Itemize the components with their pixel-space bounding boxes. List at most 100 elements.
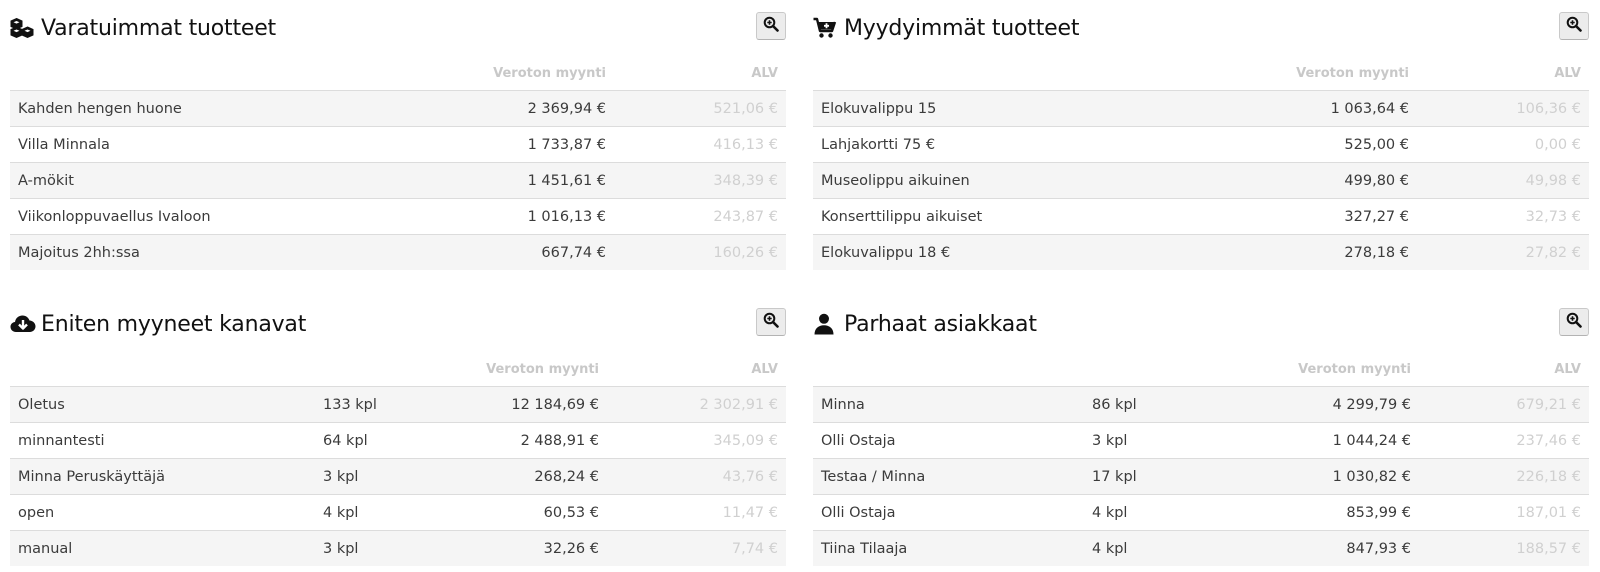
row-sales: 268,24 € — [455, 458, 607, 495]
row-name: Museolippu aikuinen — [813, 162, 1257, 199]
table-row: Museolippu aikuinen 499,80 € 49,98 € — [813, 162, 1589, 199]
table-header-row: Veroton myynti ALV — [813, 352, 1589, 387]
row-name: Majoitus 2hh:ssa — [10, 234, 466, 270]
row-vat: 0,00 € — [1417, 126, 1589, 163]
row-vat: 521,06 € — [614, 90, 786, 127]
row-qty: 4 kpl — [1084, 530, 1244, 566]
row-qty: 3 kpl — [1084, 422, 1244, 459]
row-vat: 27,82 € — [1417, 234, 1589, 270]
row-sales: 667,74 € — [466, 234, 614, 270]
row-vat: 237,46 € — [1419, 422, 1589, 459]
row-vat: 345,09 € — [607, 422, 786, 459]
row-sales: 499,80 € — [1257, 162, 1417, 199]
row-name: Kahden hengen huone — [10, 90, 466, 127]
zoom-button[interactable] — [1559, 308, 1589, 336]
table-row: Konserttilippu aikuiset 327,27 € 32,73 € — [813, 198, 1589, 235]
row-sales: 4 299,79 € — [1244, 386, 1419, 423]
row-qty: 4 kpl — [1084, 494, 1244, 531]
panel-title-text: Myydyimmät tuotteet — [844, 15, 1080, 41]
row-name: Olli Ostaja — [813, 494, 1084, 531]
table-row: minnantesti 64 kpl 2 488,91 € 345,09 € — [10, 422, 786, 459]
panel-header: Parhaat asiakkaat — [813, 296, 1589, 352]
cloud-download-icon — [10, 312, 36, 336]
panel-top-products: Varatuimmat tuotteet Veroton myynti ALV … — [10, 0, 786, 270]
table-row: Minna Peruskäyttäjä 3 kpl 268,24 € 43,76… — [10, 458, 786, 495]
row-sales: 1 016,13 € — [466, 198, 614, 235]
column-header-vat: ALV — [614, 56, 786, 91]
panel-title: Myydyimmät tuotteet — [813, 14, 1079, 42]
column-header-vat: ALV — [1417, 56, 1589, 91]
panel-title: Eniten myyneet kanavat — [10, 310, 306, 338]
table-row: Olli Ostaja 4 kpl 853,99 € 187,01 € — [813, 494, 1589, 531]
row-vat: 187,01 € — [1419, 494, 1589, 531]
zoom-in-icon — [763, 312, 779, 332]
row-name: Konserttilippu aikuiset — [813, 198, 1257, 235]
row-qty: 3 kpl — [315, 530, 455, 566]
row-vat: 106,36 € — [1417, 90, 1589, 127]
row-name: minnantesti — [10, 422, 315, 459]
table-row: Villa Minnala 1 733,87 € 416,13 € — [10, 126, 786, 163]
row-sales: 1 063,64 € — [1257, 90, 1417, 127]
column-header-name — [813, 56, 1257, 91]
table-row: Testaa / Minna 17 kpl 1 030,82 € 226,18 … — [813, 458, 1589, 495]
table-row: Elokuvalippu 15 1 063,64 € 106,36 € — [813, 90, 1589, 127]
zoom-button[interactable] — [756, 308, 786, 336]
row-vat: 243,87 € — [614, 198, 786, 235]
row-vat: 2 302,91 € — [607, 386, 786, 423]
row-sales: 1 451,61 € — [466, 162, 614, 199]
zoom-button[interactable] — [756, 12, 786, 40]
panel-title-text: Eniten myyneet kanavat — [41, 311, 307, 337]
row-name: Viikonloppuvaellus Ivaloon — [10, 198, 466, 235]
panel-header: Eniten myyneet kanavat — [10, 296, 786, 352]
panel-header: Varatuimmat tuotteet — [10, 0, 786, 56]
row-vat: 416,13 € — [614, 126, 786, 163]
data-table: Veroton myynti ALV Kahden hengen huone 2… — [10, 56, 786, 270]
row-name: Elokuvalippu 18 € — [813, 234, 1257, 270]
column-header-name — [10, 56, 466, 91]
user-icon — [813, 312, 839, 336]
panel-top-channels: Eniten myyneet kanavat Veroton myynti AL… — [10, 296, 786, 566]
row-vat: 7,74 € — [607, 530, 786, 566]
column-header-sales: Veroton myynti — [455, 352, 607, 387]
dashboard-grid: Varatuimmat tuotteet Veroton myynti ALV … — [0, 0, 1600, 572]
row-sales: 525,00 € — [1257, 126, 1417, 163]
panel-title-text: Parhaat asiakkaat — [844, 311, 1037, 337]
row-sales: 32,26 € — [455, 530, 607, 566]
table-row: Oletus 133 kpl 12 184,69 € 2 302,91 € — [10, 386, 786, 423]
row-sales: 327,27 € — [1257, 198, 1417, 235]
row-sales: 1 044,24 € — [1244, 422, 1419, 459]
column-header-name — [10, 352, 315, 387]
table-row: manual 3 kpl 32,26 € 7,74 € — [10, 530, 786, 566]
row-name: manual — [10, 530, 315, 566]
table-row: Majoitus 2hh:ssa 667,74 € 160,26 € — [10, 234, 786, 270]
row-vat: 188,57 € — [1419, 530, 1589, 566]
panel-top-customers: Parhaat asiakkaat Veroton myynti ALV Min… — [813, 296, 1589, 566]
row-sales: 60,53 € — [455, 494, 607, 531]
table-header-row: Veroton myynti ALV — [10, 352, 786, 387]
column-header-sales: Veroton myynti — [466, 56, 614, 91]
row-sales: 853,99 € — [1244, 494, 1419, 531]
row-name: Villa Minnala — [10, 126, 466, 163]
cart-plus-icon — [813, 16, 839, 40]
cubes-icon — [10, 16, 36, 40]
column-header-name — [813, 352, 1084, 387]
row-sales: 1 030,82 € — [1244, 458, 1419, 495]
table-row: Lahjakortti 75 € 525,00 € 0,00 € — [813, 126, 1589, 163]
data-table: Veroton myynti ALV Oletus 133 kpl 12 184… — [10, 352, 786, 566]
row-name: Lahjakortti 75 € — [813, 126, 1257, 163]
column-header-sales: Veroton myynti — [1244, 352, 1419, 387]
row-qty: 17 kpl — [1084, 458, 1244, 495]
row-sales: 1 733,87 € — [466, 126, 614, 163]
row-vat: 679,21 € — [1419, 386, 1589, 423]
table-header-row: Veroton myynti ALV — [813, 56, 1589, 91]
data-table: Veroton myynti ALV Elokuvalippu 15 1 063… — [813, 56, 1589, 270]
row-name: Oletus — [10, 386, 315, 423]
table-header-row: Veroton myynti ALV — [10, 56, 786, 91]
row-vat: 32,73 € — [1417, 198, 1589, 235]
row-vat: 11,47 € — [607, 494, 786, 531]
zoom-in-icon — [1566, 312, 1582, 332]
zoom-button[interactable] — [1559, 12, 1589, 40]
row-qty: 86 kpl — [1084, 386, 1244, 423]
table-row: Tiina Tilaaja 4 kpl 847,93 € 188,57 € — [813, 530, 1589, 566]
row-name: A-mökit — [10, 162, 466, 199]
